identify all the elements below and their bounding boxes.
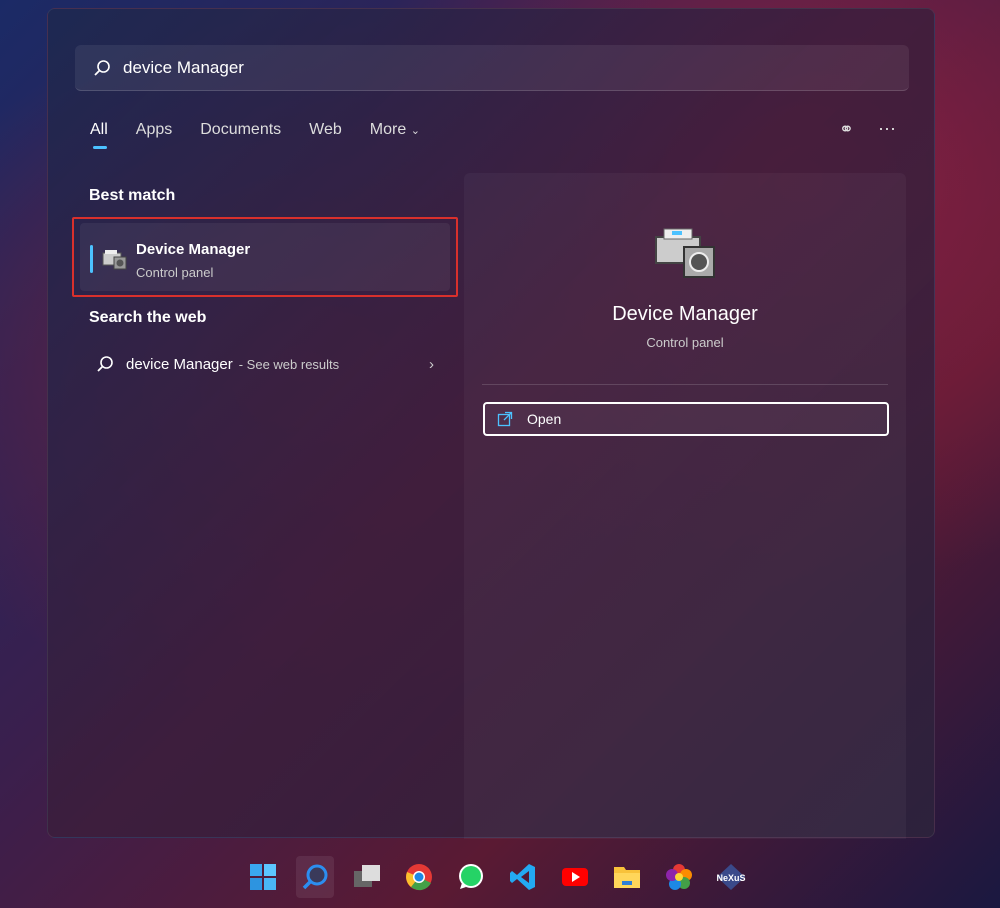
tab-more[interactable]: More ⌄: [370, 121, 420, 139]
tab-apps[interactable]: Apps: [136, 121, 172, 139]
task-view-icon: [354, 865, 380, 887]
nexus-button[interactable]: NeXuS: [712, 856, 750, 898]
vscode-button[interactable]: [504, 856, 542, 898]
best-match-item[interactable]: Device Manager Control panel: [72, 217, 458, 297]
start-button[interactable]: [244, 856, 282, 898]
filter-tabs: All Apps Documents Web More ⌄: [90, 121, 420, 149]
vscode-icon: [510, 864, 535, 890]
whatsapp-icon: [459, 864, 483, 889]
chrome-icon: [406, 864, 432, 891]
start-search-panel: device Manager All Apps Documents Web Mo…: [47, 8, 935, 839]
nexus-icon: NeXuS: [716, 864, 746, 890]
best-match-heading: Best match: [89, 187, 176, 204]
web-suffix: - See web results: [238, 356, 340, 372]
search-icon: [302, 864, 328, 890]
preview-title: Device Manager: [612, 303, 758, 325]
windows-icon: [250, 864, 276, 890]
task-view-button[interactable]: [348, 856, 386, 898]
open-button[interactable]: Open: [483, 402, 889, 436]
chevron-down-icon: ⌄: [410, 125, 420, 137]
best-match-subtitle: Control panel: [136, 265, 214, 280]
open-label: Open: [527, 411, 562, 427]
file-explorer-button[interactable]: [608, 856, 646, 898]
folder-icon: [614, 867, 640, 888]
device-manager-icon: [655, 228, 715, 278]
tab-more-label: More: [369, 121, 407, 138]
open-external-icon: [497, 411, 513, 427]
search-web-heading: Search the web: [89, 309, 207, 326]
web-query: device Manager: [126, 355, 233, 373]
whatsapp-button[interactable]: [452, 856, 490, 898]
tab-all[interactable]: All: [90, 121, 108, 149]
selection-indicator: [90, 245, 93, 273]
youtube-icon: [562, 868, 588, 886]
tab-web[interactable]: Web: [309, 121, 342, 139]
account-switch-icon[interactable]: ⚭: [839, 119, 854, 140]
more-options-icon[interactable]: ⋯: [878, 119, 896, 140]
best-match-title: Device Manager: [136, 241, 251, 258]
search-input[interactable]: device Manager: [75, 45, 909, 91]
photos-icon: [666, 864, 692, 890]
divider: [482, 384, 888, 385]
search-icon: [97, 356, 113, 372]
search-icon: [94, 59, 110, 76]
svg-text:NeXuS: NeXuS: [716, 873, 745, 883]
preview-subtitle: Control panel: [646, 335, 724, 350]
web-result-item[interactable]: device Manager - See web results ›: [96, 355, 434, 373]
chrome-button[interactable]: [400, 856, 438, 898]
youtube-button[interactable]: [556, 856, 594, 898]
search-value: device Manager: [123, 57, 244, 77]
taskbar: NeXuS: [244, 856, 750, 898]
tab-documents[interactable]: Documents: [200, 121, 281, 139]
chevron-right-icon: ›: [429, 355, 434, 373]
search-taskbar-button[interactable]: [296, 856, 334, 898]
preview-pane: Device Manager Control panel Open: [464, 173, 906, 839]
device-manager-icon: [102, 250, 127, 270]
photos-button[interactable]: [660, 856, 698, 898]
